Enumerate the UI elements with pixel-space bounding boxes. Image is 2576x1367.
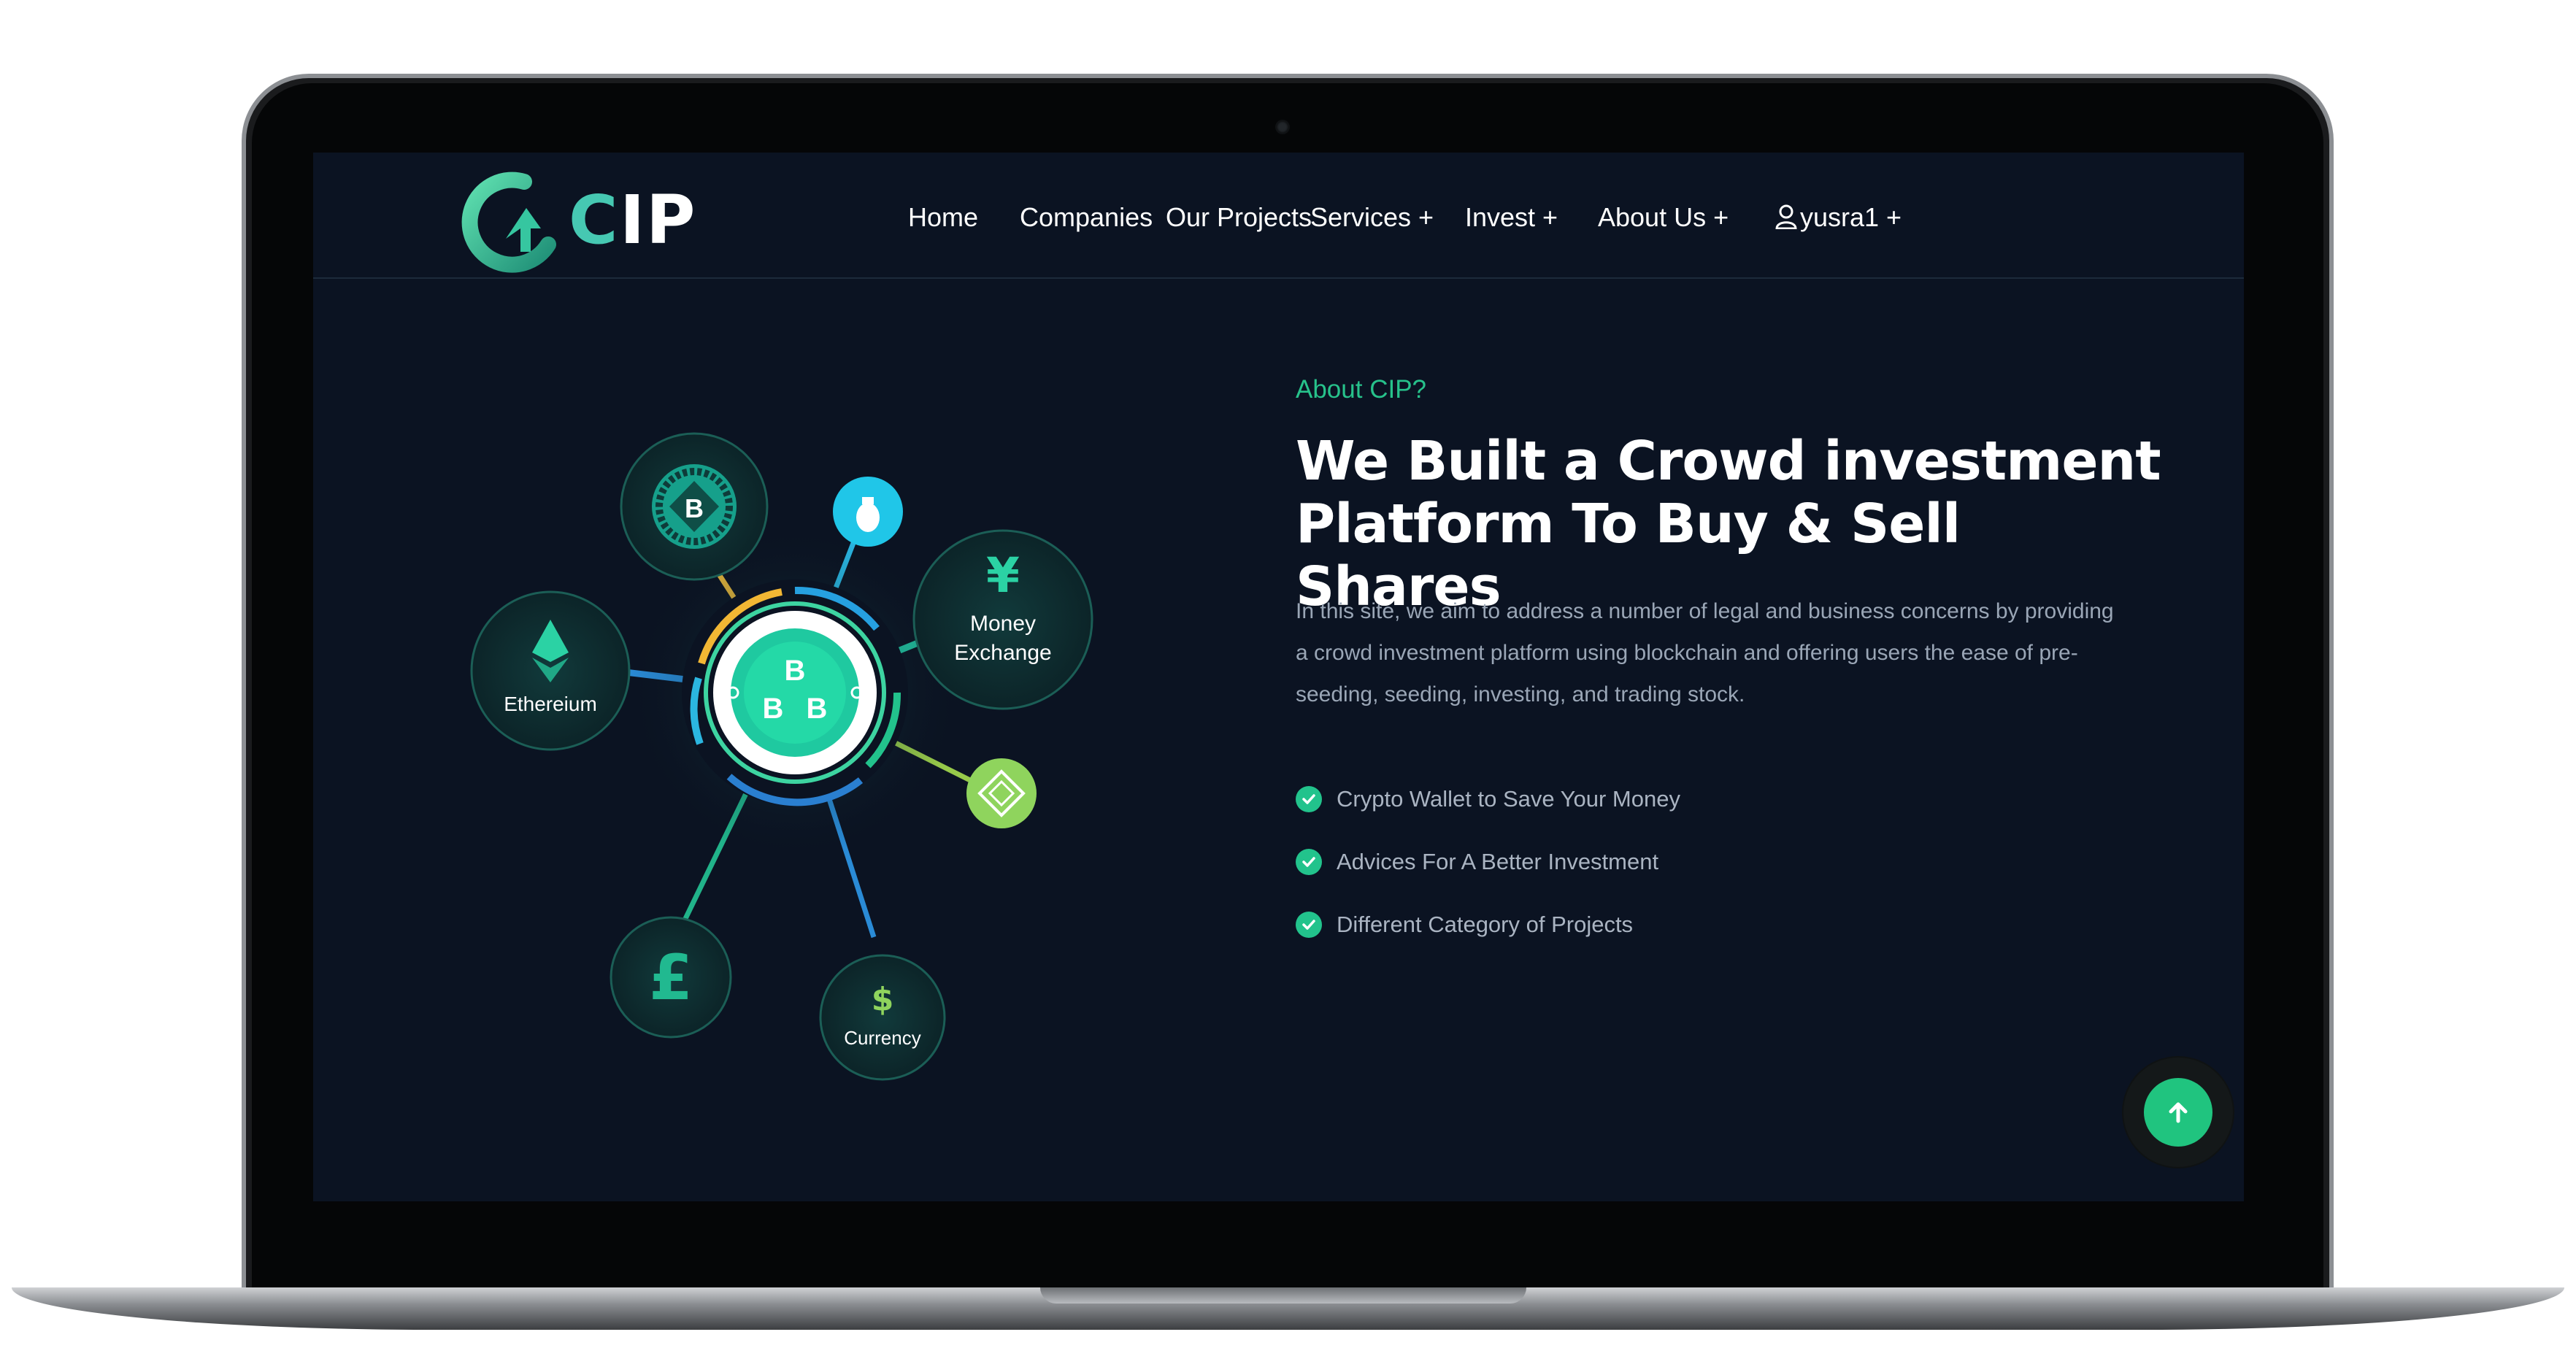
feature-item: Different Category of Projects xyxy=(1296,893,1680,956)
camera-icon xyxy=(1277,121,1288,133)
feature-list: Crypto Wallet to Save Your Money Advices… xyxy=(1296,768,1680,956)
bitcoin-symbol-top: B xyxy=(785,655,806,687)
browser-viewport: C I P Home Companies Our Projects Servic… xyxy=(313,153,2244,1201)
nav-user-menu[interactable]: yusra1 + xyxy=(1775,202,1902,233)
section-description: In this site, we aim to address a number… xyxy=(1296,599,2114,706)
money-exchange-label-1: Money xyxy=(970,612,1036,636)
currency-label: Currency xyxy=(844,1027,920,1049)
check-circle-icon xyxy=(1296,912,1322,938)
pound-node: £ xyxy=(610,916,732,1039)
feature-label: Different Category of Projects xyxy=(1337,912,1634,937)
nav-our-projects[interactable]: Our Projects xyxy=(1166,202,1312,233)
navbar: C I P Home Companies Our Projects Servic… xyxy=(313,153,2244,279)
bitcoin-node-symbol: B xyxy=(685,493,704,523)
user-icon xyxy=(1775,204,1797,229)
nav-invest[interactable]: Invest + xyxy=(1465,202,1558,233)
check-circle-icon xyxy=(1296,849,1322,875)
screen-bottom-bezel xyxy=(313,1201,2244,1236)
ethereum-node: Ethereium xyxy=(470,590,631,751)
feature-item: Crypto Wallet to Save Your Money xyxy=(1296,768,1680,831)
nav-home[interactable]: Home xyxy=(908,202,978,233)
money-exchange-label-2: Exchange xyxy=(954,641,1051,665)
check-circle-icon xyxy=(1296,786,1322,812)
dollar-icon: $ xyxy=(872,981,894,1018)
yen-icon: ¥ xyxy=(986,547,1020,604)
bitcoin-symbol-right: B xyxy=(807,693,828,725)
diamond-coin-node xyxy=(966,758,1037,828)
currency-node: $ Currency xyxy=(819,954,946,1081)
money-bag-node xyxy=(833,477,903,547)
laptop-base-notch xyxy=(1040,1287,1526,1304)
section-eyebrow: About CIP? xyxy=(1296,375,1426,404)
ethereum-label: Ethereium xyxy=(504,693,597,715)
user-name: yusra1 + xyxy=(1800,202,1902,232)
main-nav: Home Companies Our Projects Services + I… xyxy=(313,153,2244,279)
pound-icon: £ xyxy=(649,942,693,1014)
bitcoin-symbol-left: B xyxy=(763,693,784,725)
back-to-top-button[interactable] xyxy=(2123,1058,2233,1167)
nav-about-us[interactable]: About Us + xyxy=(1598,202,1729,233)
money-exchange-node: ¥ Money Exchange xyxy=(904,521,1101,718)
feature-label: Crypto Wallet to Save Your Money xyxy=(1337,786,1680,812)
crypto-illustration: B B B B ¥ Money Exchange Ethereium £ $ C… xyxy=(430,401,1196,1131)
feature-item: Advices For A Better Investment xyxy=(1296,831,1680,893)
bitcoin-node: B xyxy=(620,432,769,581)
nav-services[interactable]: Services + xyxy=(1310,202,1434,233)
feature-label: Advices For A Better Investment xyxy=(1337,849,1659,874)
headline-line-1: We Built a Crowd investment xyxy=(1296,430,2161,493)
nav-companies[interactable]: Companies xyxy=(1020,202,1153,233)
arrow-up-icon xyxy=(2169,1102,2188,1123)
back-to-top-circle xyxy=(2144,1078,2212,1147)
